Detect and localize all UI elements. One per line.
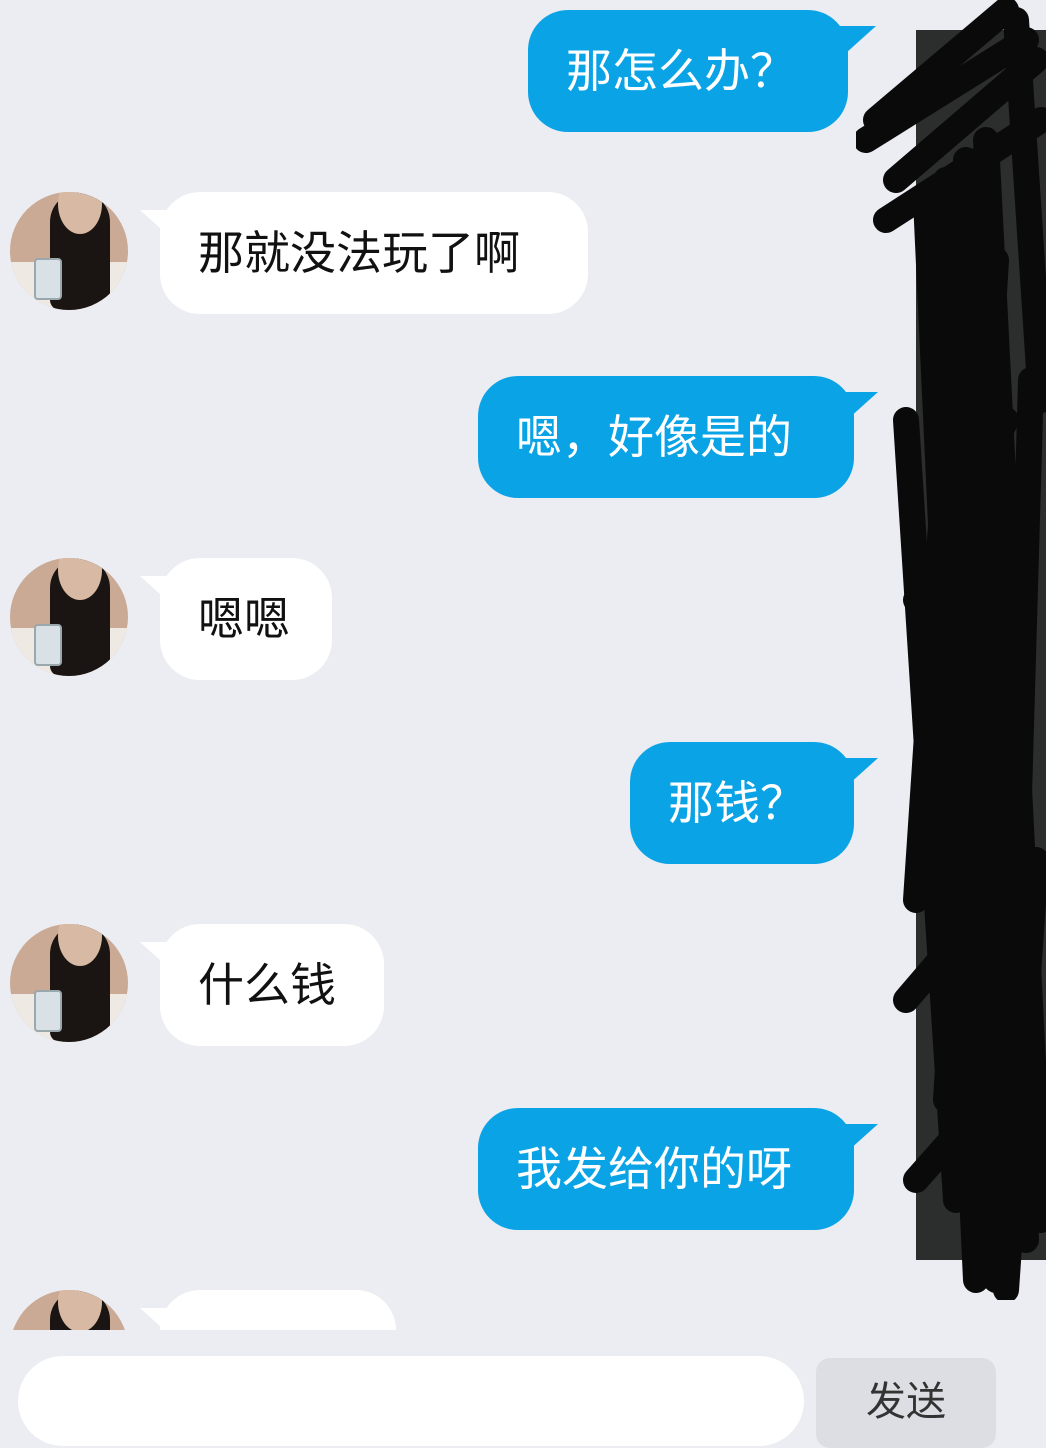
contact-avatar[interactable] — [10, 192, 128, 310]
redaction-scribble — [856, 0, 1046, 1300]
incoming-message[interactable]: 那就没法玩了啊 — [160, 192, 588, 314]
outgoing-message[interactable]: 我发给你的呀 — [478, 1108, 854, 1230]
message-input[interactable] — [18, 1356, 804, 1446]
outgoing-message[interactable]: 那怎么办？ — [528, 10, 848, 132]
avatar-glass — [34, 258, 62, 300]
contact-avatar[interactable] — [10, 1290, 128, 1330]
contact-avatar[interactable] — [10, 558, 128, 676]
chat-message-list[interactable]: 那怎么办？ 那就没法玩了啊 嗯，好像是的 嗯嗯 那钱？ 什么钱 我发给你的呀 — [0, 0, 1046, 1330]
incoming-message[interactable]: 什么钱 — [160, 924, 384, 1046]
contact-avatar[interactable] — [10, 924, 128, 1042]
avatar-glass — [34, 990, 62, 1032]
incoming-message[interactable]: … — [160, 1290, 396, 1330]
outgoing-message[interactable]: 嗯，好像是的 — [478, 376, 854, 498]
outgoing-message[interactable]: 那钱？ — [630, 742, 854, 864]
avatar-glass — [34, 624, 62, 666]
incoming-message[interactable]: 嗯嗯 — [160, 558, 332, 680]
input-bar: 发送 — [0, 1330, 1046, 1448]
send-button[interactable]: 发送 — [816, 1358, 996, 1448]
